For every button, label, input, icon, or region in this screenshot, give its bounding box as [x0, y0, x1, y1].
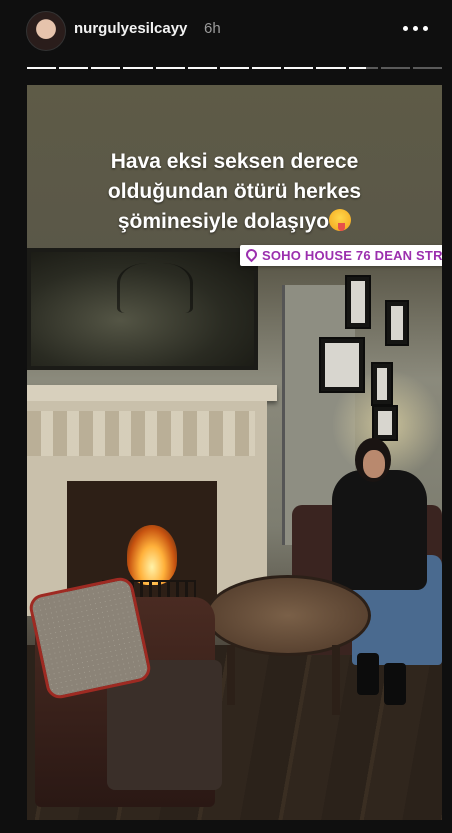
progress-segment [316, 67, 346, 69]
caption-line: olduğundan ötürü herkes [107, 180, 362, 203]
progress-segment [219, 67, 250, 69]
post-time: 6h [204, 20, 221, 37]
caption-line: Hava eksi seksen derece [110, 150, 359, 173]
wall-frame [371, 362, 393, 406]
story-progress-bar [27, 67, 443, 69]
wall-frame [319, 337, 365, 393]
tv-picture [117, 263, 193, 313]
table-leg [227, 645, 235, 705]
throw-pillow [27, 575, 153, 701]
person-face [363, 450, 385, 478]
mantel-shelf [27, 385, 277, 401]
progress-segment [91, 67, 121, 69]
mantel-frieze [27, 411, 255, 456]
person-boot [384, 663, 406, 705]
person-boot [357, 653, 379, 695]
progress-segment [348, 67, 378, 69]
person-body [332, 470, 427, 590]
progress-segment [187, 67, 217, 69]
round-table [205, 575, 371, 656]
progress-segment [59, 67, 89, 69]
profile-avatar[interactable] [26, 11, 66, 51]
progress-segment [155, 67, 185, 69]
progress-segment [284, 67, 314, 69]
progress-segment [123, 67, 153, 69]
wall-frame [345, 275, 371, 329]
progress-segment [252, 67, 282, 69]
progress-segment [27, 67, 57, 69]
more-options-icon[interactable] [403, 26, 428, 31]
progress-segment [412, 67, 443, 69]
table-leg [332, 645, 340, 715]
story-header: nurgulyesilcayy 6h [0, 0, 452, 62]
location-label: SOHO HOUSE 76 DEAN STREET [262, 248, 442, 263]
caption-line: şöminesiyle dolaşıyo [117, 210, 330, 233]
story-caption: Hava eksi seksen derece olduğundan ötürü… [47, 147, 422, 237]
username[interactable]: nurgulyesilcayy [74, 20, 187, 37]
fire-flame [127, 525, 177, 585]
wall-frame [372, 405, 398, 441]
story-media[interactable]: Hava eksi seksen derece olduğundan ötürü… [27, 85, 442, 820]
progress-segment [380, 67, 410, 69]
location-pin-icon [243, 246, 260, 263]
zany-face-emoji [329, 209, 352, 231]
location-sticker[interactable]: SOHO HOUSE 76 DEAN STREET [240, 245, 442, 266]
wall-frame [385, 300, 409, 346]
